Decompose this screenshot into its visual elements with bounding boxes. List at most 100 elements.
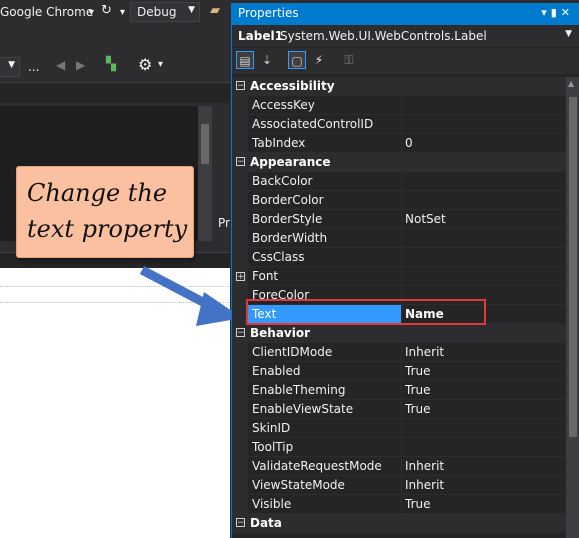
refresh-icon[interactable]: ↻: [101, 3, 112, 18]
property-value[interactable]: NotSet: [402, 210, 566, 229]
browser-label[interactable]: Google Chrome: [0, 5, 93, 19]
ide-left-area: Google Chrome ▾ ↻ ▾ Debug ▼ ▰ ▼ ... ◀ ▶ …: [0, 0, 242, 538]
browser-dropdown-icon[interactable]: ▾: [89, 7, 94, 18]
property-row-borderwidth[interactable]: BorderWidth: [232, 229, 566, 248]
property-name: SkinID: [248, 419, 402, 438]
scroll-thumb[interactable]: [201, 124, 209, 164]
property-row-font[interactable]: + Font: [232, 267, 566, 286]
property-name: TabIndex: [248, 134, 402, 153]
chevron-down-icon: ▼: [8, 60, 15, 70]
nav-forward-icon[interactable]: ▶: [76, 58, 85, 72]
property-row-skinid[interactable]: SkinID: [232, 419, 566, 438]
property-value[interactable]: [402, 248, 566, 267]
properties-view-icon[interactable]: ▢: [288, 51, 306, 69]
property-row-bordercolor[interactable]: BorderColor: [232, 191, 566, 210]
properties-title-bar[interactable]: Properties ▾▮✕: [232, 3, 579, 25]
property-value[interactable]: [402, 115, 566, 134]
collapse-icon[interactable]: −: [236, 157, 245, 167]
category-accessibility[interactable]: − Accessibility: [232, 77, 566, 96]
category-label: Accessibility: [250, 79, 335, 93]
property-value[interactable]: True: [402, 495, 566, 514]
callout-line-2: text property: [27, 215, 188, 243]
property-name: BorderColor: [248, 191, 402, 210]
window-buttons: ▾▮✕: [541, 6, 574, 19]
property-row-enableviewstate[interactable]: EnableViewState True: [232, 400, 566, 419]
document-tab-strip: [0, 82, 230, 103]
scroll-up-icon[interactable]: ▲: [568, 79, 574, 88]
property-value[interactable]: Inherit: [402, 343, 566, 362]
events-icon[interactable]: ⚡: [310, 51, 328, 69]
gear-icon[interactable]: ⚙: [138, 55, 152, 74]
property-value[interactable]: [402, 96, 566, 115]
property-row-backcolor[interactable]: BackColor: [232, 172, 566, 191]
categorized-icon[interactable]: ▤: [236, 51, 254, 69]
property-value[interactable]: True: [402, 381, 566, 400]
property-value[interactable]: Inherit: [402, 457, 566, 476]
collapse-icon[interactable]: −: [236, 518, 245, 528]
property-pages-icon[interactable]: ⚿: [340, 51, 358, 69]
property-name: ClientIDMode: [248, 343, 402, 362]
property-row-associatedcontrolid[interactable]: AssociatedControlID: [232, 115, 566, 134]
add-item-icon[interactable]: ▚: [106, 57, 116, 72]
configuration-combo[interactable]: Debug ▼: [130, 2, 200, 22]
pin-icon[interactable]: ▮: [551, 6, 561, 19]
property-value[interactable]: [402, 267, 566, 286]
callout-line-1: Change the: [27, 179, 168, 207]
alphabetical-icon[interactable]: ⇣: [258, 51, 276, 69]
property-name: BorderStyle: [248, 210, 402, 229]
properties-scrollbar[interactable]: ▲: [566, 77, 579, 538]
property-name: AccessKey: [248, 96, 402, 115]
nav-back-icon[interactable]: ◀: [56, 58, 65, 72]
property-value[interactable]: [402, 229, 566, 248]
property-name: Enabled: [248, 362, 402, 381]
expand-icon[interactable]: +: [236, 272, 245, 282]
property-name: ValidateRequestMode: [248, 457, 402, 476]
property-value[interactable]: True: [402, 400, 566, 419]
property-name: AssociatedControlID: [248, 115, 402, 134]
refresh-dropdown-icon[interactable]: ▾: [120, 7, 125, 18]
property-value[interactable]: [402, 419, 566, 438]
scroll-thumb[interactable]: [569, 97, 577, 437]
property-row-accesskey[interactable]: AccessKey: [232, 96, 566, 115]
property-row-enabletheming[interactable]: EnableTheming True: [232, 381, 566, 400]
property-name: Font: [248, 267, 402, 286]
property-value[interactable]: [402, 438, 566, 457]
collapse-icon[interactable]: −: [236, 328, 245, 338]
configuration-value: Debug: [137, 5, 177, 19]
property-row-enabled[interactable]: Enabled True: [232, 362, 566, 381]
property-value[interactable]: True: [402, 362, 566, 381]
property-row-clientidmode[interactable]: ClientIDMode Inherit: [232, 343, 566, 362]
property-value[interactable]: 0: [402, 134, 566, 153]
properties-toolbar: ▤ ⇣ ▢ ⚡ ⚿: [232, 48, 579, 74]
category-label: Behavior: [250, 326, 311, 340]
output-scrollbar[interactable]: [198, 106, 212, 241]
property-row-tabindex[interactable]: TabIndex 0: [232, 134, 566, 153]
property-row-viewstatemode[interactable]: ViewStateMode Inherit: [232, 476, 566, 495]
property-row-validaterequestmode[interactable]: ValidateRequestMode Inherit: [232, 457, 566, 476]
folder-icon[interactable]: ▰: [210, 3, 220, 18]
category-label: Data: [250, 516, 282, 530]
dropdown-icon[interactable]: ▾: [541, 6, 551, 19]
text-property-highlight: [246, 299, 486, 325]
property-value[interactable]: [402, 172, 566, 191]
property-value[interactable]: Inherit: [402, 476, 566, 495]
more-button[interactable]: ...: [28, 60, 39, 74]
property-row-visible[interactable]: Visible True: [232, 495, 566, 514]
property-row-cssclass[interactable]: CssClass: [232, 248, 566, 267]
category-data[interactable]: − Data: [232, 514, 566, 533]
property-name: ViewStateMode: [248, 476, 402, 495]
target-combo[interactable]: ▼: [0, 57, 20, 77]
property-value[interactable]: [402, 191, 566, 210]
property-row-tooltip[interactable]: ToolTip: [232, 438, 566, 457]
property-name: BackColor: [248, 172, 402, 191]
gear-dropdown-icon[interactable]: ▾: [158, 59, 163, 70]
properties-tab-fragment[interactable]: Pr: [214, 210, 230, 236]
close-icon[interactable]: ✕: [561, 6, 574, 19]
collapse-icon[interactable]: −: [236, 81, 245, 91]
category-appearance[interactable]: − Appearance: [232, 153, 566, 172]
property-name: CssClass: [248, 248, 402, 267]
secondary-toolbar: ▼ ... ◀ ▶ ▚ ⚙ ▾: [0, 52, 230, 82]
object-selector[interactable]: Label1 System.Web.UI.WebControls.Label ▼: [232, 25, 579, 47]
category-behavior[interactable]: − Behavior: [232, 324, 566, 343]
property-row-borderstyle[interactable]: BorderStyle NotSet: [232, 210, 566, 229]
